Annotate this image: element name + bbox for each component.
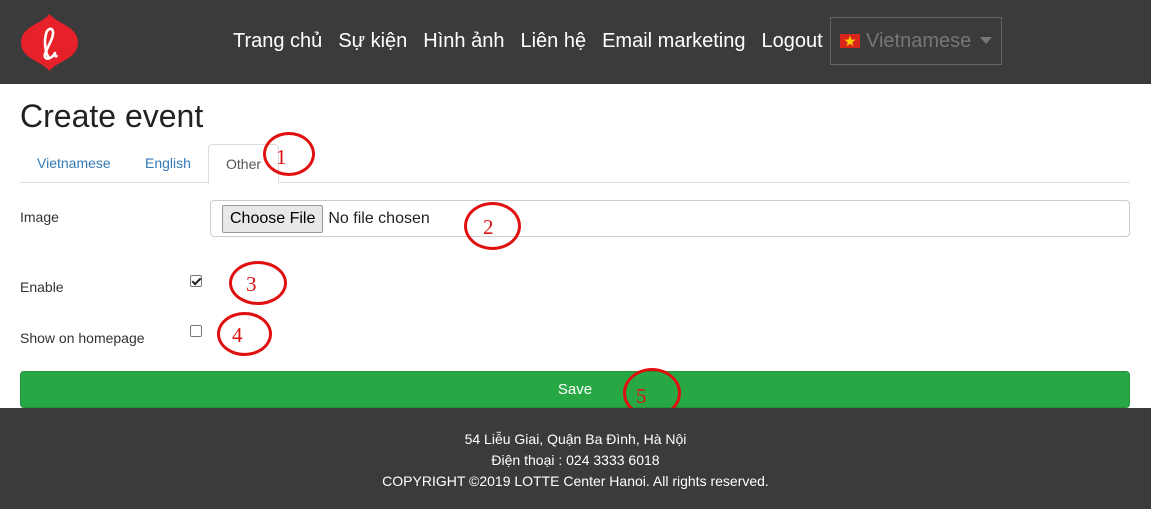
nav-link-email-marketing[interactable]: Email marketing [602, 30, 745, 53]
annotation-number-2: 2 [483, 215, 494, 239]
choose-file-button[interactable]: Choose File [222, 204, 324, 233]
enable-checkbox[interactable] [190, 275, 202, 287]
top-navbar: Trang chủ Sự kiện Hình ảnh Liên hệ Email… [0, 0, 1151, 84]
footer-copyright: COPYRIGHT ©2019 LOTTE Center Hanoi. All … [382, 473, 769, 489]
file-status-text: No file chosen [328, 209, 430, 227]
show-on-homepage-checkbox[interactable] [190, 325, 202, 337]
page-title: Create event [20, 98, 204, 134]
footer: 54 Liễu Giai, Quận Ba Đình, Hà Nội Điện … [0, 408, 1151, 509]
language-select[interactable]: Vietnamese [830, 17, 1002, 65]
image-file-input[interactable]: Choose File No file chosen [210, 200, 1130, 237]
nav-link-logout[interactable]: Logout [761, 30, 822, 53]
annotation-circle-1 [263, 132, 315, 176]
save-button[interactable]: Save [20, 371, 1130, 408]
annotation-number-3: 3 [246, 272, 257, 296]
tab-vietnamese[interactable]: Vietnamese [20, 144, 128, 183]
vietnam-flag-icon [840, 34, 860, 48]
nav-link-images[interactable]: Hình ảnh [423, 30, 504, 53]
main-nav: Trang chủ Sự kiện Hình ảnh Liên hệ Email… [233, 28, 839, 54]
annotation-circle-3 [229, 261, 287, 305]
annotation-number-4: 4 [232, 323, 243, 347]
annotation-number-1: 1 [276, 145, 287, 169]
annotation-circle-4 [217, 312, 272, 356]
nav-link-contact[interactable]: Liên hệ [520, 30, 586, 53]
image-label: Image [20, 209, 59, 225]
nav-link-home[interactable]: Trang chủ [233, 30, 322, 53]
language-select-value: Vietnamese [866, 29, 972, 52]
footer-phone: Điện thoại : 024 3333 6018 [491, 452, 660, 468]
annotation-number-5: 5 [636, 384, 647, 408]
chevron-down-icon [980, 37, 992, 44]
tab-english[interactable]: English [128, 144, 208, 183]
language-tabs: Vietnamese English Other [20, 144, 1130, 184]
lotte-logo-icon[interactable] [19, 12, 80, 73]
nav-link-events[interactable]: Sự kiện [338, 30, 407, 53]
enable-label: Enable [20, 279, 64, 295]
show-on-homepage-label: Show on homepage [20, 330, 145, 346]
footer-address: 54 Liễu Giai, Quận Ba Đình, Hà Nội [464, 431, 687, 447]
